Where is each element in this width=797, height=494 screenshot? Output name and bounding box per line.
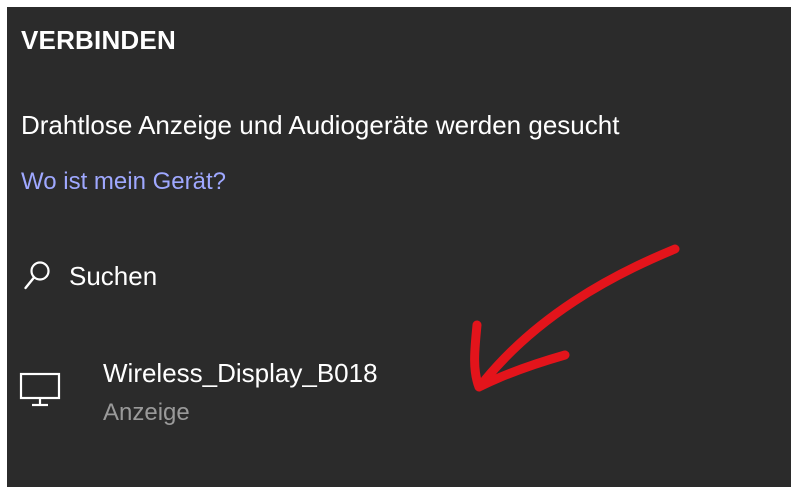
search-icon	[23, 260, 51, 292]
device-item[interactable]: Wireless_Display_B018 Anzeige	[19, 352, 439, 442]
panel-title: VERBINDEN	[21, 25, 176, 55]
search-label: Suchen	[69, 260, 158, 291]
where-is-my-device-link[interactable]: Wo ist mein Gerät?	[21, 168, 226, 196]
search-status-text: Drahtlose Anzeige und Audiogeräte werden…	[21, 110, 620, 140]
search-button[interactable]: Suchen	[23, 256, 157, 296]
monitor-icon	[19, 372, 61, 408]
device-name: Wireless_Display_B018	[103, 358, 378, 388]
connect-panel: VERBINDEN Drahtlose Anzeige und Audioger…	[7, 7, 791, 487]
device-type: Anzeige	[103, 399, 190, 426]
